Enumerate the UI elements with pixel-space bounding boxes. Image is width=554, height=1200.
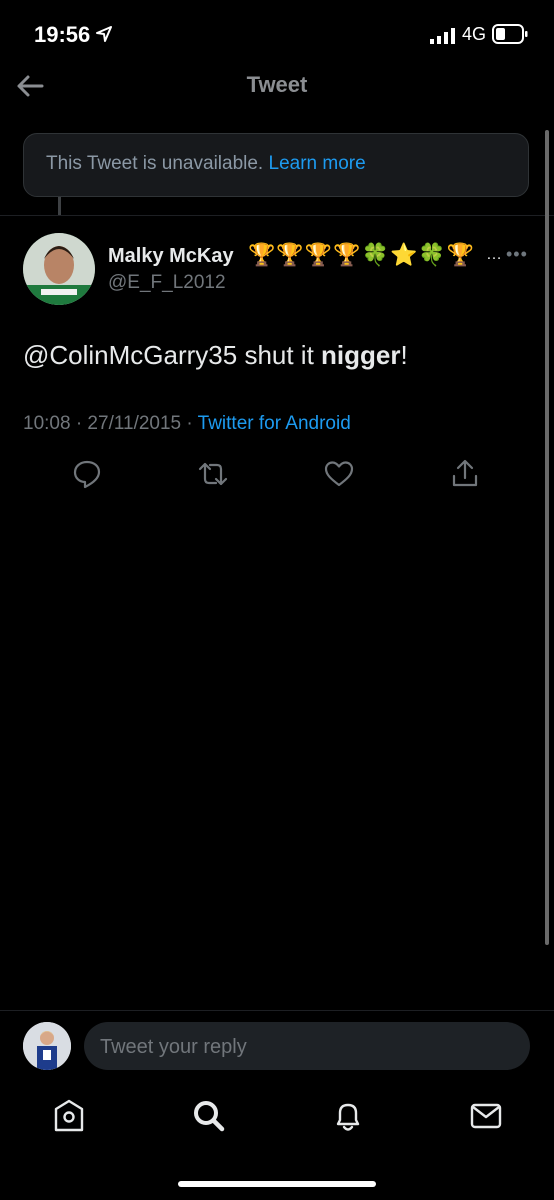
more-options-button[interactable]: ••• (506, 244, 528, 265)
scrollbar[interactable] (545, 130, 549, 945)
avatar-image (23, 233, 95, 305)
search-icon[interactable] (191, 1098, 227, 1134)
unavailable-text: This Tweet is unavailable. (46, 153, 264, 174)
signal-icon (430, 28, 455, 44)
tweet-text-bold: nigger (321, 340, 401, 370)
tweet-text-end: ! (400, 340, 408, 370)
status-time: 19:56 (34, 22, 91, 47)
tweet-text: @ColinMcGarry35 shut it nigger! (23, 340, 408, 371)
messages-icon[interactable] (468, 1098, 504, 1134)
reply-input[interactable]: Tweet your reply (84, 1022, 530, 1070)
home-icon[interactable] (51, 1098, 87, 1134)
learn-more-link[interactable]: Learn more (269, 153, 366, 174)
tweet-text-main: @ColinMcGarry35 shut it (23, 340, 322, 370)
notifications-icon[interactable] (330, 1098, 366, 1134)
reply-icon[interactable] (71, 458, 103, 490)
user-avatar[interactable] (23, 1022, 71, 1070)
user-avatar-image (23, 1022, 71, 1070)
home-indicator (178, 1181, 376, 1187)
location-arrow-icon (96, 26, 112, 42)
name-emojis: 🏆🏆🏆🏆🍀⭐🍀🏆 (248, 242, 476, 267)
status-bar: 19:56 4G (0, 0, 554, 70)
reply-placeholder: Tweet your reply (100, 1036, 247, 1058)
like-icon[interactable] (323, 458, 355, 490)
thread-line (58, 197, 61, 215)
divider (0, 1010, 554, 1011)
unavailable-tweet-card: This Tweet is unavailable. Learn more (23, 133, 529, 197)
retweet-icon[interactable] (197, 458, 229, 490)
author-display-name[interactable]: Malky McKay (108, 245, 234, 268)
name-truncation: … (486, 246, 502, 263)
header: Tweet (0, 62, 554, 112)
network-type: 4G (462, 24, 487, 44)
divider (0, 215, 554, 216)
tweet-timestamp: 10:08 · 27/11/2015 · (23, 413, 198, 434)
share-icon[interactable] (449, 458, 481, 490)
author-avatar[interactable] (23, 233, 95, 305)
page-title: Tweet (246, 72, 308, 97)
tweet-source-link[interactable]: Twitter for Android (198, 413, 351, 434)
unavailable-message: This Tweet is unavailable. Learn more (46, 153, 366, 175)
tweet-meta: 10:08 · 27/11/2015 · Twitter for Android (23, 413, 351, 435)
author-handle[interactable]: @E_F_L2012 (108, 272, 226, 294)
battery-icon (492, 24, 528, 44)
